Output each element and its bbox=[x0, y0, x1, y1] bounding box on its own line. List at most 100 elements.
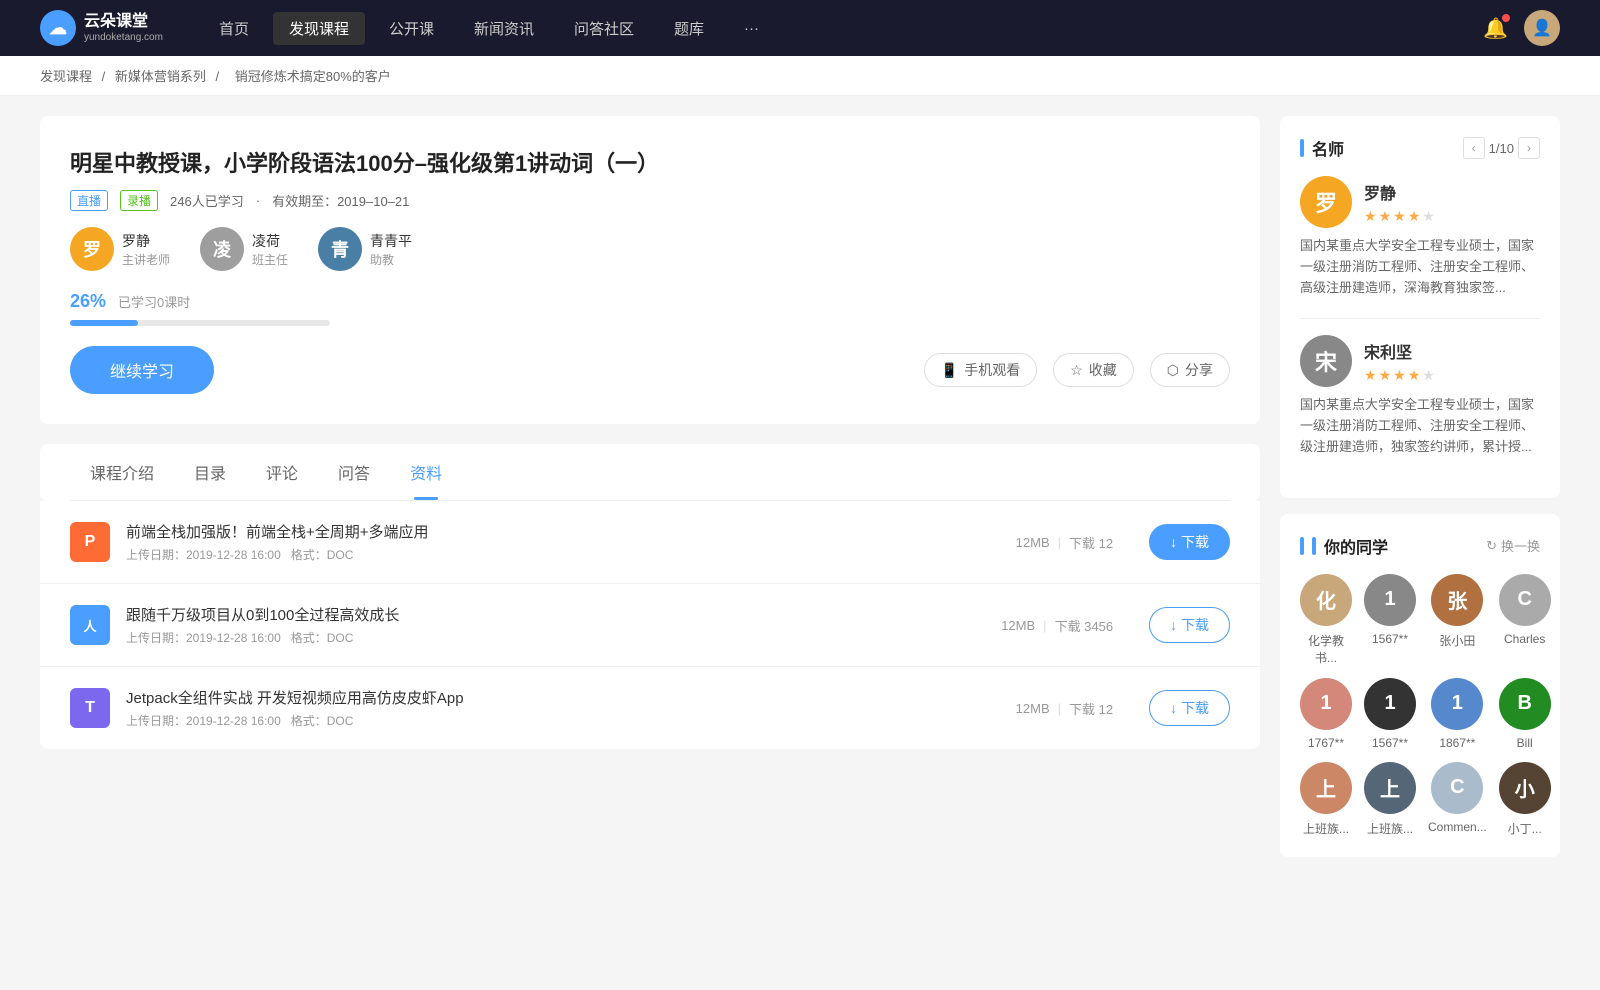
classmate-6: 1 1867** bbox=[1428, 678, 1487, 750]
classmates-accent bbox=[1312, 537, 1316, 555]
classmate-name-1: 1567** bbox=[1372, 632, 1408, 646]
resource-size-1: 12MB bbox=[1001, 618, 1035, 633]
teachers-list: 罗 罗静 主讲老师 凌 凌荷 班主任 青 青青平 bbox=[70, 227, 1230, 271]
course-tabs-section: 课程介绍 目录 评论 问答 资料 P 前端全栈加强版！前端全栈+全周期+多端应用… bbox=[40, 444, 1260, 749]
sidebar-right: 名师 ‹ 1/10 › 罗 罗静 ★ bbox=[1280, 116, 1560, 873]
classmate-avatar-5: 1 bbox=[1364, 678, 1416, 730]
tab-comments[interactable]: 评论 bbox=[246, 444, 318, 500]
tag-record: 录播 bbox=[120, 190, 158, 211]
nav-quiz[interactable]: 题库 bbox=[658, 12, 720, 45]
classmate-avatar-9: 上 bbox=[1364, 762, 1416, 814]
teacher-info-1: 凌荷 班主任 bbox=[252, 231, 288, 268]
classmate-avatar-4: 1 bbox=[1300, 678, 1352, 730]
classmate-avatar-2: 张 bbox=[1431, 574, 1483, 626]
classmate-1: 1 1567** bbox=[1364, 574, 1416, 666]
progress-section: 26% 已学习0课时 bbox=[70, 291, 1230, 326]
resource-meta-1: 上传日期：2019-12-28 16:00 格式：DOC bbox=[126, 629, 985, 646]
share-button[interactable]: ⬡ 分享 bbox=[1150, 353, 1230, 387]
teacher-2: 青 青青平 助教 bbox=[318, 227, 412, 271]
share-label: 分享 bbox=[1185, 360, 1213, 380]
download-button-0[interactable]: ↓ 下载 bbox=[1149, 524, 1230, 560]
nav-home[interactable]: 首页 bbox=[203, 12, 265, 45]
course-card: 明星中教授课，小学阶段语法100分–强化级第1讲动词（一） 直播 录播 246人… bbox=[40, 116, 1260, 424]
teacher-info-0: 罗静 主讲老师 bbox=[122, 231, 170, 268]
mobile-watch-button[interactable]: 📱 手机观看 bbox=[924, 353, 1037, 387]
nav-qa[interactable]: 问答社区 bbox=[558, 12, 650, 45]
logo[interactable]: ☁ 云朵课堂 yundoketang.com bbox=[40, 10, 163, 46]
user-avatar[interactable]: 👤 bbox=[1524, 10, 1560, 46]
classmate-name-4: 1767** bbox=[1308, 736, 1344, 750]
prev-teacher-btn[interactable]: ‹ bbox=[1463, 137, 1485, 159]
breadcrumb: 发现课程 / 新媒体营销系列 / 销冠修炼术搞定80%的客户 bbox=[0, 56, 1600, 96]
action-buttons: 📱 手机观看 ☆ 收藏 ⬡ 分享 bbox=[924, 353, 1230, 387]
notification-dot bbox=[1502, 14, 1510, 22]
nav-news[interactable]: 新闻资讯 bbox=[458, 12, 550, 45]
progress-bar-bg bbox=[70, 320, 330, 326]
teacher-card-1: 宋 宋利坚 ★ ★ ★ ★ ★ 国内某重点大学安全工程专业硕士，国家一级注册消防… bbox=[1300, 335, 1540, 457]
resource-downloads-1: 下载 3456 bbox=[1055, 616, 1114, 635]
continue-button[interactable]: 继续学习 bbox=[70, 346, 214, 394]
teachers-sidebar-title: 名师 bbox=[1312, 136, 1344, 160]
resource-list: P 前端全栈加强版！前端全栈+全周期+多端应用 上传日期：2019-12-28 … bbox=[40, 501, 1260, 749]
share-icon: ⬡ bbox=[1167, 362, 1179, 379]
classmates-card: 你的同学 ↻ 换一换 化 化学教书... 1 1567** 张 张小 bbox=[1280, 514, 1560, 857]
navigation: ☁ 云朵课堂 yundoketang.com 首页 发现课程 公开课 新闻资讯 … bbox=[0, 0, 1600, 56]
refresh-button[interactable]: ↻ 换一换 bbox=[1486, 536, 1540, 555]
teacher-info-2: 青青平 助教 bbox=[370, 231, 412, 268]
nav-items: 首页 发现课程 公开课 新闻资讯 问答社区 题库 ··· bbox=[203, 12, 1483, 45]
teacher-card-info-1: 宋利坚 ★ ★ ★ ★ ★ bbox=[1364, 339, 1435, 384]
collect-label: 收藏 bbox=[1089, 360, 1117, 380]
nav-more[interactable]: ··· bbox=[728, 14, 775, 43]
progress-label: 已学习0课时 bbox=[118, 292, 190, 311]
classmate-name-10: Commen... bbox=[1428, 820, 1487, 834]
classmate-5: 1 1567** bbox=[1364, 678, 1416, 750]
resource-size-0: 12MB bbox=[1016, 535, 1050, 550]
collect-button[interactable]: ☆ 收藏 bbox=[1053, 353, 1134, 387]
download-button-1[interactable]: ↓ 下载 bbox=[1149, 607, 1230, 643]
notification-bell[interactable]: 🔔 bbox=[1483, 16, 1508, 41]
classmate-avatar-11: 小 bbox=[1499, 762, 1551, 814]
progress-bar-fill bbox=[70, 320, 138, 326]
resource-icon-0: P bbox=[70, 522, 110, 562]
download-button-2[interactable]: ↓ 下载 bbox=[1149, 690, 1230, 726]
next-teacher-btn[interactable]: › bbox=[1518, 137, 1540, 159]
breadcrumb-current: 销冠修炼术搞定80%的客户 bbox=[235, 69, 391, 84]
teachers-sidebar-card: 名师 ‹ 1/10 › 罗 罗静 ★ bbox=[1280, 116, 1560, 498]
resource-stats-2: 12MB | 下载 12 bbox=[1016, 699, 1113, 718]
classmate-9: 上 上班族... bbox=[1364, 762, 1416, 837]
content-left: 明星中教授课，小学阶段语法100分–强化级第1讲动词（一） 直播 录播 246人… bbox=[40, 116, 1260, 873]
resource-stats-1: 12MB | 下载 3456 bbox=[1001, 616, 1113, 635]
teachers-sidebar-title-wrap: 名师 bbox=[1300, 136, 1344, 160]
classmate-name-9: 上班族... bbox=[1367, 820, 1413, 837]
breadcrumb-sep-2: / bbox=[216, 69, 223, 84]
tab-catalog[interactable]: 目录 bbox=[174, 444, 246, 500]
teacher-card-header-0: 罗 罗静 ★ ★ ★ ★ ★ bbox=[1300, 176, 1540, 228]
teacher-divider bbox=[1300, 318, 1540, 319]
classmate-7: B Bill bbox=[1499, 678, 1551, 750]
teacher-name-0: 罗静 bbox=[122, 231, 170, 251]
breadcrumb-link-2[interactable]: 新媒体营销系列 bbox=[115, 69, 206, 84]
nav-discover[interactable]: 发现课程 bbox=[273, 12, 365, 45]
breadcrumb-link-1[interactable]: 发现课程 bbox=[40, 69, 92, 84]
teacher-card-avatar-1: 宋 bbox=[1300, 335, 1352, 387]
nav-public[interactable]: 公开课 bbox=[373, 12, 450, 45]
tab-resources[interactable]: 资料 bbox=[390, 444, 462, 500]
teacher-card-0: 罗 罗静 ★ ★ ★ ★ ★ 国内某重点大学安全工程专业硕士，国家一级注册消防工… bbox=[1300, 176, 1540, 298]
teacher-name-2: 青青平 bbox=[370, 231, 412, 251]
classmate-2: 张 张小田 bbox=[1428, 574, 1487, 666]
classmates-title-text: 你的同学 bbox=[1324, 534, 1388, 558]
classmate-avatar-8: 上 bbox=[1300, 762, 1352, 814]
teacher-0: 罗 罗静 主讲老师 bbox=[70, 227, 170, 271]
teacher-1: 凌 凌荷 班主任 bbox=[200, 227, 288, 271]
tab-intro[interactable]: 课程介绍 bbox=[70, 444, 174, 500]
resource-icon-2: T bbox=[70, 688, 110, 728]
teachers-page-nav: ‹ 1/10 › bbox=[1463, 137, 1540, 159]
classmate-name-11: 小丁... bbox=[1508, 820, 1542, 837]
resource-item-2: T Jetpack全组件实战 开发短视频应用高仿皮皮虾App 上传日期：2019… bbox=[40, 667, 1260, 749]
resource-downloads-2: 下载 12 bbox=[1069, 699, 1113, 718]
teacher-avatar-0: 罗 bbox=[70, 227, 114, 271]
progress-percent: 26% bbox=[70, 291, 106, 312]
tab-qa[interactable]: 问答 bbox=[318, 444, 390, 500]
star-icon: ☆ bbox=[1070, 362, 1083, 379]
logo-icon: ☁ bbox=[40, 10, 76, 46]
